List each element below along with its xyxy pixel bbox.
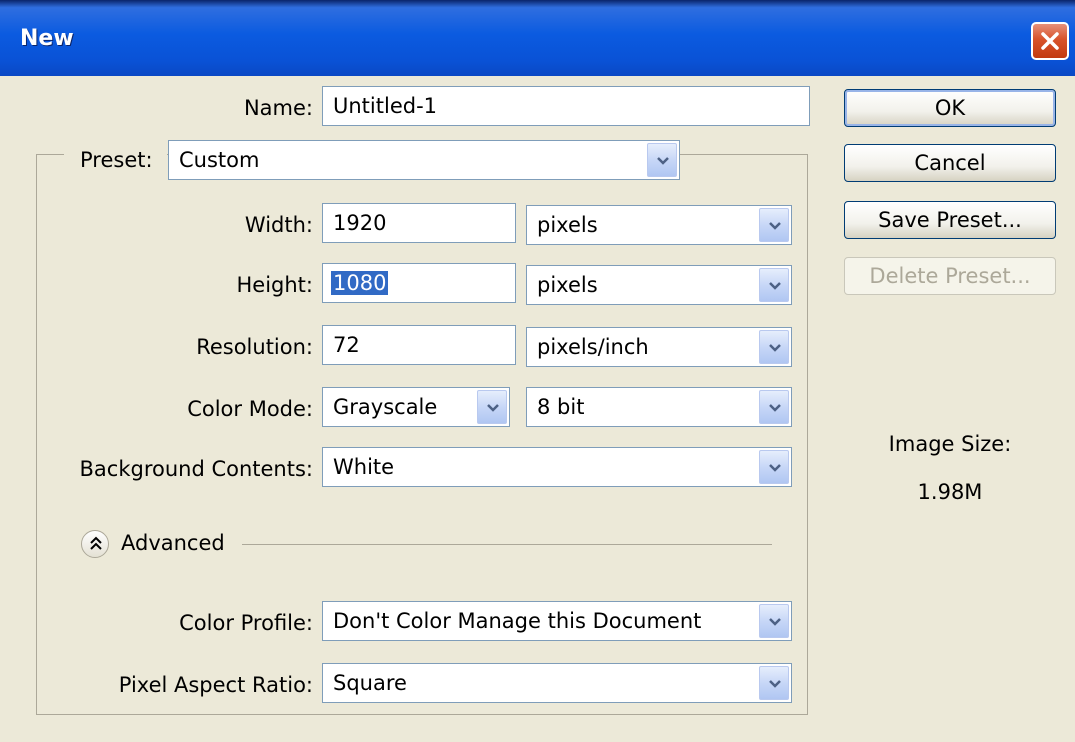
height-label: Height: — [236, 273, 314, 297]
image-size-value: 1.98M — [917, 480, 983, 504]
color-mode-dropdown-button[interactable] — [477, 390, 507, 424]
pixel-aspect-ratio-value: Square — [333, 671, 407, 695]
resolution-label: Resolution: — [196, 335, 313, 359]
chevron-down-icon — [769, 680, 781, 688]
color-profile-value: Don't Color Manage this Document — [333, 609, 702, 633]
color-profile-label: Color Profile: — [179, 611, 313, 635]
chevron-down-icon — [657, 157, 669, 165]
bit-depth-dropdown-button[interactable] — [759, 390, 789, 424]
resolution-field[interactable]: 72 — [322, 325, 516, 365]
name-field[interactable]: Untitled-1 — [322, 86, 810, 126]
image-size-label: Image Size: — [888, 432, 1012, 456]
name-value: Untitled-1 — [333, 94, 438, 118]
preset-label: Preset: — [64, 147, 167, 173]
resolution-value: 72 — [333, 333, 360, 357]
color-mode-label: Color Mode: — [187, 397, 313, 421]
chevron-down-icon — [769, 344, 781, 352]
ok-button[interactable]: OK — [844, 89, 1056, 127]
new-document-dialog: New Name: Untitled-1 Preset: Custom Widt… — [0, 0, 1075, 742]
resolution-unit-value: pixels/inch — [537, 335, 649, 359]
background-contents-value: White — [333, 455, 395, 479]
color-profile-dropdown-button[interactable] — [759, 604, 789, 638]
dialog-title: New — [20, 26, 74, 51]
width-unit-dropdown-button[interactable] — [759, 208, 789, 242]
height-unit-dropdown-button[interactable] — [759, 268, 789, 302]
advanced-divider — [242, 544, 772, 545]
delete-preset-button[interactable]: Delete Preset... — [844, 257, 1056, 295]
background-contents-select[interactable]: White — [322, 447, 792, 487]
chevron-down-icon — [769, 282, 781, 290]
pixel-aspect-ratio-dropdown-button[interactable] — [759, 666, 789, 700]
chevron-down-icon — [769, 404, 781, 412]
advanced-toggle-button[interactable] — [81, 530, 109, 558]
pixel-aspect-ratio-select[interactable]: Square — [322, 663, 792, 703]
chevron-down-icon — [769, 618, 781, 626]
chevron-down-icon — [769, 464, 781, 472]
chevron-down-icon — [769, 222, 781, 230]
preset-value: Custom — [179, 148, 260, 172]
height-field[interactable]: 1080 — [322, 263, 516, 303]
double-chevron-up-icon — [90, 536, 102, 550]
color-mode-value: Grayscale — [333, 395, 438, 419]
pixel-aspect-ratio-label: Pixel Aspect Ratio: — [118, 673, 313, 697]
resolution-unit-select[interactable]: pixels/inch — [526, 327, 792, 367]
color-mode-select[interactable]: Grayscale — [322, 387, 510, 427]
save-preset-button[interactable]: Save Preset... — [844, 201, 1056, 239]
width-field[interactable]: 1920 — [322, 203, 516, 243]
preset-dropdown-button[interactable] — [647, 143, 677, 177]
close-icon — [1041, 32, 1059, 50]
height-unit-value: pixels — [537, 273, 598, 297]
title-bar[interactable]: New — [0, 0, 1075, 76]
close-button[interactable] — [1031, 22, 1069, 60]
height-unit-select[interactable]: pixels — [526, 265, 792, 305]
bit-depth-value: 8 bit — [537, 395, 585, 419]
cancel-button[interactable]: Cancel — [844, 144, 1056, 182]
height-value: 1080 — [331, 271, 389, 295]
advanced-label: Advanced — [121, 531, 225, 555]
preset-select[interactable]: Custom — [168, 140, 680, 180]
color-profile-select[interactable]: Don't Color Manage this Document — [322, 601, 792, 641]
width-unit-select[interactable]: pixels — [526, 205, 792, 245]
name-label: Name: — [243, 96, 313, 120]
width-value: 1920 — [333, 211, 387, 235]
chevron-down-icon — [487, 404, 499, 412]
width-label: Width: — [244, 213, 313, 237]
bit-depth-select[interactable]: 8 bit — [526, 387, 792, 427]
background-contents-label: Background Contents: — [79, 457, 314, 481]
width-unit-value: pixels — [537, 213, 598, 237]
background-contents-dropdown-button[interactable] — [759, 450, 789, 484]
resolution-unit-dropdown-button[interactable] — [759, 330, 789, 364]
